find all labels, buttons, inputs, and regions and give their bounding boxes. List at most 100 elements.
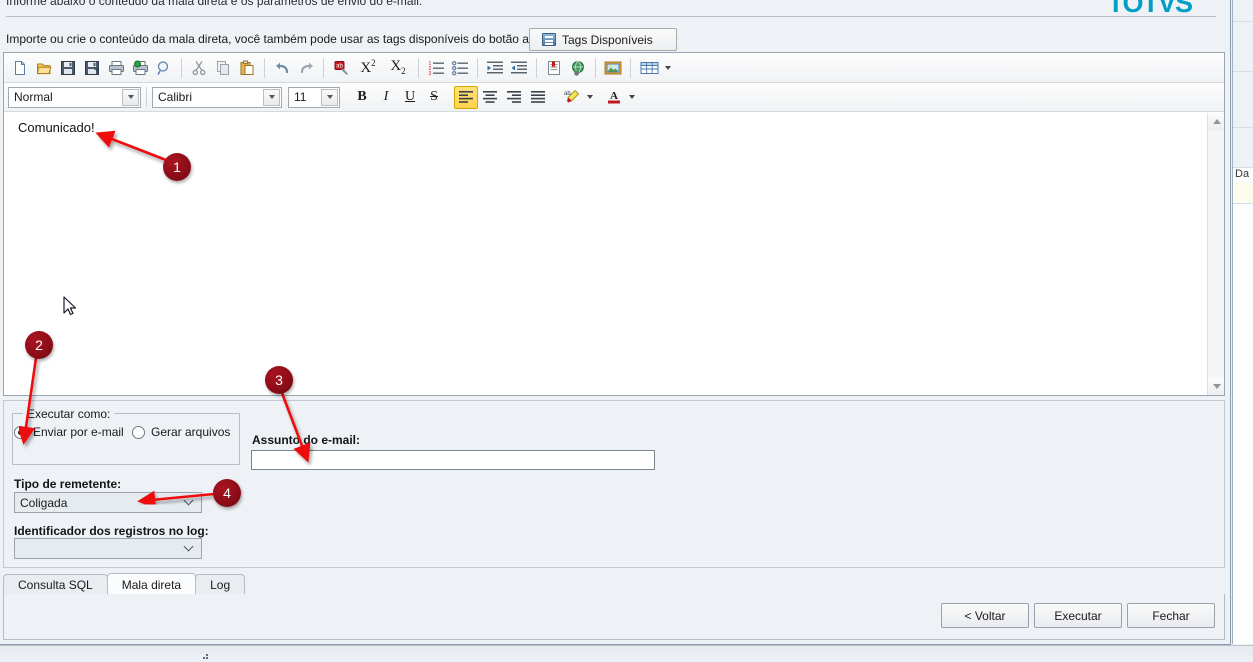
execute-button-label: Executar: [1054, 608, 1102, 623]
print-icon[interactable]: [104, 56, 128, 79]
bookmark-icon[interactable]: [542, 56, 566, 79]
close-button-label: Fechar: [1152, 608, 1190, 623]
font-family-value: Calibri: [158, 90, 193, 104]
close-button[interactable]: Fechar: [1127, 603, 1215, 628]
font-size-combo[interactable]: 11: [288, 86, 340, 108]
background-row: [1233, 0, 1253, 22]
editor-toolbar-primary: ab X2 X2 123: [4, 53, 1224, 83]
toolbar-separator: [264, 57, 265, 78]
underline-label: U: [404, 89, 416, 104]
font-color-dropdown-arrow[interactable]: [626, 86, 638, 109]
toolbar-separator: [536, 57, 537, 78]
redo-icon[interactable]: [294, 56, 318, 79]
new-document-icon[interactable]: [8, 56, 32, 79]
save-icon[interactable]: [56, 56, 80, 79]
paragraph-style-value: Normal: [14, 90, 53, 104]
editor-toolbar-formatting: Normal Calibri 11 B I U S ab A: [4, 83, 1224, 112]
radio-enviar-por-email[interactable]: Enviar por e-mail: [14, 425, 124, 439]
radio-gerar-arquivos[interactable]: Gerar arquivos: [132, 425, 230, 439]
executar-como-fieldset: Executar como:: [12, 407, 240, 465]
subscript-icon[interactable]: X2: [383, 56, 413, 79]
numbered-list-icon[interactable]: 123: [424, 56, 448, 79]
tab-consulta-sql[interactable]: Consulta SQL: [3, 574, 108, 595]
font-family-combo[interactable]: Calibri: [152, 86, 282, 108]
align-right-button[interactable]: [502, 86, 526, 109]
svg-text:3: 3: [428, 71, 431, 76]
background-column-label: Da: [1235, 168, 1250, 180]
font-family-dropdown-arrow[interactable]: [263, 88, 280, 106]
editor-content-area[interactable]: Comunicado!: [4, 113, 1224, 395]
scroll-up-arrow-icon[interactable]: [1208, 113, 1224, 130]
resize-grip-icon[interactable]: [203, 648, 210, 659]
tipo-remetente-combo[interactable]: Coligada: [14, 492, 202, 513]
align-center-button[interactable]: [478, 86, 502, 109]
assunto-input[interactable]: [251, 450, 655, 470]
bold-button[interactable]: B: [350, 86, 374, 109]
tags-button-label: Tags Disponíveis: [562, 32, 653, 47]
copy-icon[interactable]: [211, 56, 235, 79]
align-left-button[interactable]: [454, 85, 478, 109]
toolbar-separator: [477, 57, 478, 78]
insert-image-icon[interactable]: [601, 56, 625, 79]
insert-table-dropdown-arrow[interactable]: [662, 56, 674, 79]
chevron-down-icon: [184, 499, 193, 505]
radio-enviar-por-email-label: Enviar por e-mail: [33, 425, 124, 439]
hyperlink-icon[interactable]: [566, 56, 590, 79]
rich-text-editor-panel: ab X2 X2 123 Normal Calibri 11 B I U S a…: [3, 52, 1225, 396]
tags-disponiveis-button[interactable]: Tags Disponíveis: [529, 28, 677, 51]
identificador-log-combo[interactable]: [14, 538, 202, 559]
instruction-text: Importe ou crie o conteúdo da mala diret…: [6, 32, 566, 46]
text-highlight-dropdown-arrow[interactable]: [584, 86, 596, 109]
radio-gerar-arquivos-dot: [132, 425, 145, 439]
undo-icon[interactable]: [270, 56, 294, 79]
svg-text:A: A: [610, 90, 618, 102]
scroll-down-arrow-icon[interactable]: [1208, 378, 1224, 395]
cut-icon[interactable]: [187, 56, 211, 79]
bold-label: B: [357, 89, 367, 104]
background-highlight-row: [1233, 182, 1253, 204]
font-color-icon[interactable]: A: [602, 86, 626, 109]
toolbar-separator: [323, 57, 324, 78]
font-size-dropdown-arrow[interactable]: [321, 88, 338, 106]
underline-button[interactable]: U: [398, 86, 422, 109]
save-as-icon[interactable]: [80, 56, 104, 79]
dialog-header-text: Informe abaixo o conteúdo da mala direta…: [6, 0, 423, 8]
tipo-remetente-value: Coligada: [20, 495, 68, 510]
text-highlight-icon[interactable]: ab: [560, 86, 584, 109]
identificador-log-label: Identificador dos registros no log:: [14, 524, 209, 538]
tab-log[interactable]: Log: [195, 574, 246, 595]
zoom-icon[interactable]: [152, 56, 176, 79]
bottom-tab-bar: Consulta SQL Mala direta Log: [3, 573, 1225, 595]
back-button[interactable]: < Voltar: [941, 603, 1029, 628]
italic-label: I: [383, 89, 389, 104]
header-divider: [6, 16, 1216, 17]
mala-direta-dialog: Informe abaixo o conteúdo da mala direta…: [0, 0, 1231, 645]
editor-content-text[interactable]: Comunicado!: [18, 120, 95, 135]
background-row: [1233, 72, 1253, 128]
open-folder-icon[interactable]: [32, 56, 56, 79]
print-preview-icon[interactable]: [128, 56, 152, 79]
paste-icon[interactable]: [235, 56, 259, 79]
editor-vertical-scrollbar[interactable]: [1207, 113, 1224, 395]
superscript-icon[interactable]: X2: [353, 56, 383, 79]
indent-decrease-icon[interactable]: [507, 56, 531, 79]
tipo-remetente-label: Tipo de remetente:: [14, 477, 122, 491]
insert-table-icon[interactable]: [636, 56, 662, 79]
bullet-list-icon[interactable]: [448, 56, 472, 79]
align-justify-button[interactable]: [526, 86, 550, 109]
paragraph-style-dropdown-arrow[interactable]: [122, 88, 139, 106]
tab-consulta-sql-label: Consulta SQL: [18, 578, 93, 592]
paragraph-style-combo[interactable]: Normal: [8, 86, 141, 108]
toolbar-separator: [146, 87, 147, 107]
chevron-down-icon: [184, 545, 193, 551]
tab-mala-direta[interactable]: Mala direta: [106, 573, 197, 595]
strikethrough-button[interactable]: S: [422, 86, 446, 109]
execute-button[interactable]: Executar: [1034, 603, 1122, 628]
background-window: Da: [1232, 0, 1253, 644]
font-size-value: 11: [294, 90, 307, 104]
radio-gerar-arquivos-label: Gerar arquivos: [151, 425, 231, 439]
spellcheck-icon[interactable]: ab: [329, 56, 353, 79]
italic-button[interactable]: I: [374, 86, 398, 109]
indent-increase-icon[interactable]: [483, 56, 507, 79]
window-status-strip: [0, 645, 1253, 655]
